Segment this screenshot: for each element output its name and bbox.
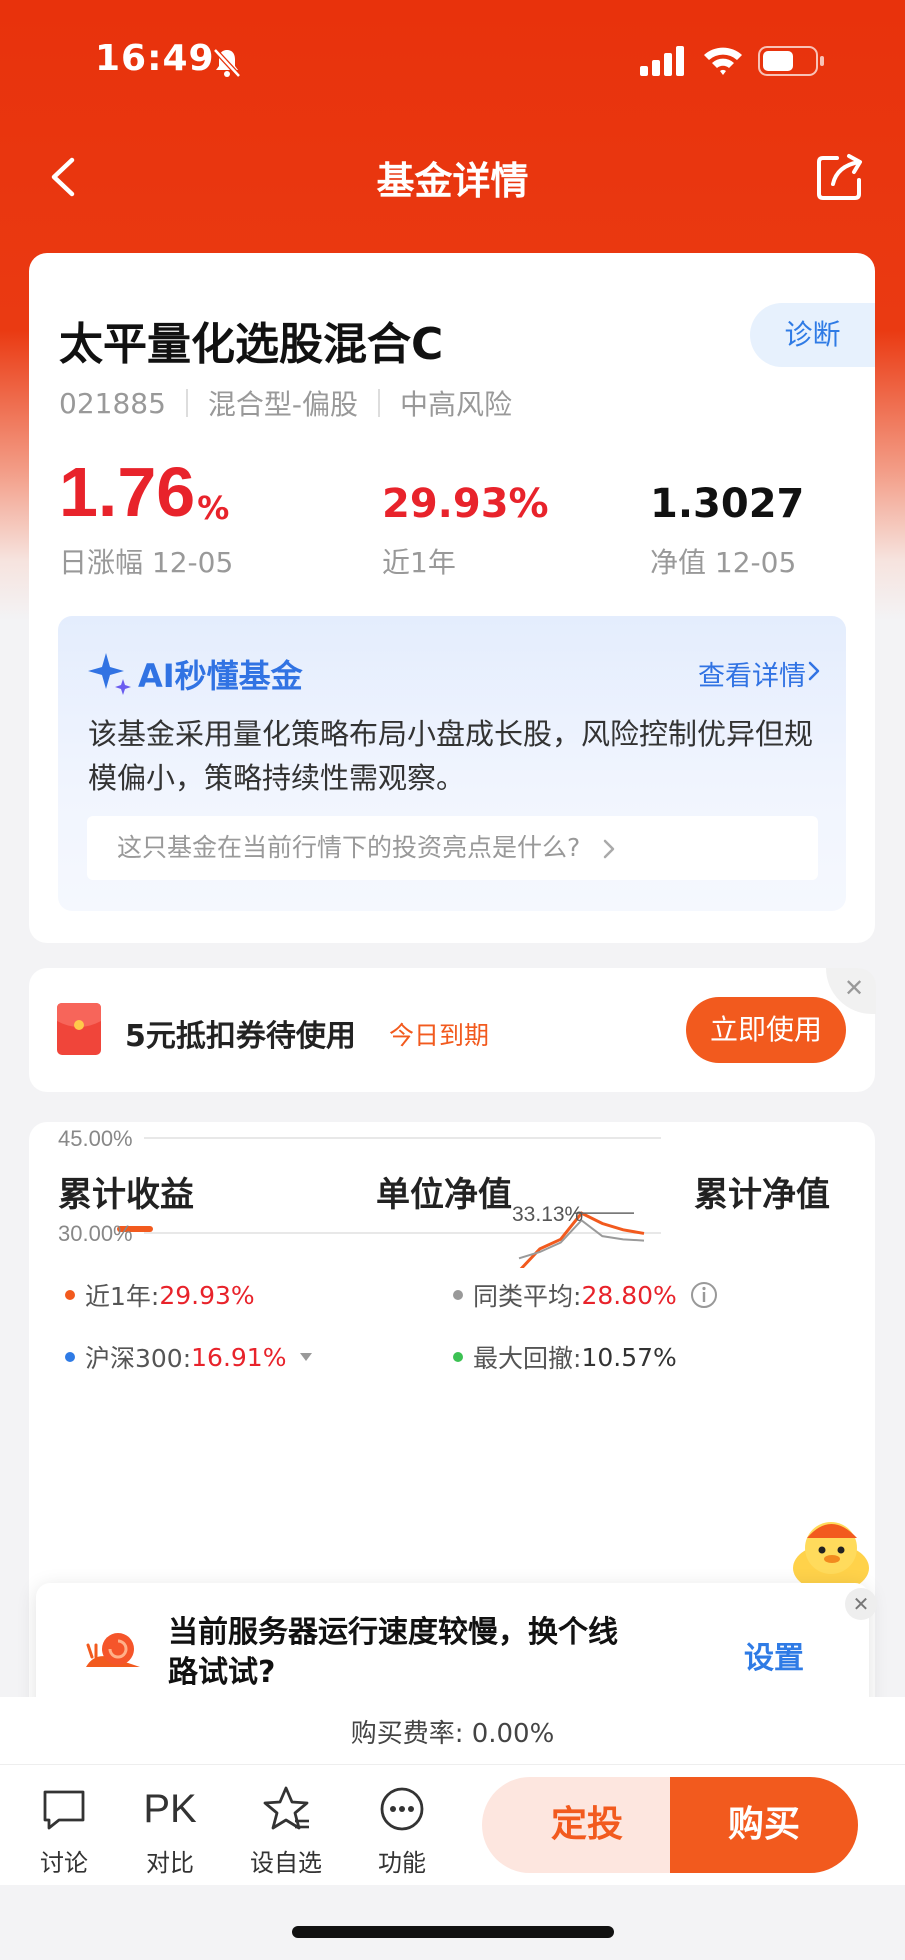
fund-risk: 中高风险 [400,388,513,421]
star-icon [263,1786,309,1830]
bottom-action-bar: 讨论 PK 对比 设自选 功能 定投 购买 [0,1765,905,1885]
daily-change-stat: 1.76 % 日涨幅 12-05 [59,453,233,581]
fund-code: 021885 [59,386,166,420]
ai-title: AI秒懂基金 [138,657,303,695]
diagnose-button[interactable]: 诊断 [750,303,875,367]
compare-label: 对比 [146,1849,194,1877]
toast-message: 当前服务器运行速度较慢，换个线路试试? [168,1615,618,1690]
status-bar: 16:49 [0,0,905,120]
ai-detail-link[interactable]: 查看详情 [698,654,806,693]
daily-change-value: 1.76 [59,453,196,531]
y-tick-label: 30.00% [58,1221,133,1246]
buy-button[interactable]: 购买 [670,1777,858,1873]
nav-stat: 1.3027 净值 12-05 [650,453,804,581]
signal-icon [640,46,684,76]
home-indicator [292,1926,614,1938]
coupon-expire: 今日到期 [389,1021,490,1050]
status-time: 16:49 [95,38,215,79]
fund-name: 太平量化选股混合C [59,319,444,370]
year-return-value: 29.93% [382,481,549,527]
year-return-label: 近1年 [382,546,456,579]
discuss-button[interactable]: 讨论 [19,1783,109,1878]
red-envelope-icon [57,1003,101,1055]
chevron-right-icon [603,839,615,859]
share-icon[interactable] [815,152,865,202]
ai-summary: 该基金采用量化策略布局小盘成长股，风险控制优异但规模偏小，策略持续性需观察。 [88,717,814,795]
more-icon [380,1787,424,1831]
close-icon[interactable]: ✕ [845,1588,877,1620]
coupon-text: 5元抵扣券待使用 [125,1019,356,1054]
discuss-label: 讨论 [40,1849,88,1877]
max-annotation: 33.13% [512,1203,583,1226]
daily-change-unit: % [197,489,230,527]
page-title: 基金详情 [376,159,529,203]
functions-label: 功能 [378,1849,426,1877]
compare-button[interactable]: PK 对比 [125,1783,215,1878]
ai-sparkle-icon [88,653,131,695]
home-area [0,1885,905,1960]
nav-value: 1.3027 [650,481,805,527]
purchase-fee-rate: 购买费率: 0.00% [350,1719,555,1749]
fund-meta: 021885 混合型-偏股 中高风险 [59,383,512,423]
daily-change-label: 日涨幅 12-05 [59,546,234,579]
divider [185,389,188,417]
chevron-right-icon [808,661,820,681]
snail-icon [86,1633,140,1667]
duck-mascot-icon[interactable] [785,1512,877,1592]
nav-label: 净值 12-05 [650,546,797,579]
ai-question-text: 这只基金在当前行情下的投资亮点是什么? [117,833,581,862]
sip-button[interactable]: 定投 [482,1777,692,1873]
mute-bell-icon [213,48,241,78]
watchlist-label: 设自选 [250,1849,322,1877]
ai-question-prompt[interactable]: 这只基金在当前行情下的投资亮点是什么? [87,816,818,880]
divider [378,389,380,417]
year-return-stat: 29.93% 近1年 [382,453,549,581]
use-coupon-button[interactable]: 立即使用 [686,997,846,1063]
y-tick-label: 45.00% [58,1126,133,1151]
add-watchlist-button[interactable]: 设自选 [241,1783,331,1878]
coupon-card: 5元抵扣券待使用 今日到期 立即使用 ✕ [29,968,876,1092]
fund-type: 混合型-偏股 [207,388,358,421]
chat-bubble-icon [43,1790,85,1830]
ai-explain-box[interactable]: AI秒懂基金 查看详情 该基金采用量化策略布局小盘成长股，风险控制优异但规模偏小… [58,616,846,911]
functions-button[interactable]: 功能 [357,1783,447,1878]
fund-summary-card: 太平量化选股混合C 诊断 021885 混合型-偏股 中高风险 1.76 % 日… [29,253,875,943]
battery-icon [758,46,824,76]
wifi-icon [704,47,742,75]
toast-settings-button[interactable]: 设置 [744,1633,804,1677]
fee-bar: 购买费率: 0.00% [0,1697,905,1765]
pk-icon: PK [143,1786,197,1831]
